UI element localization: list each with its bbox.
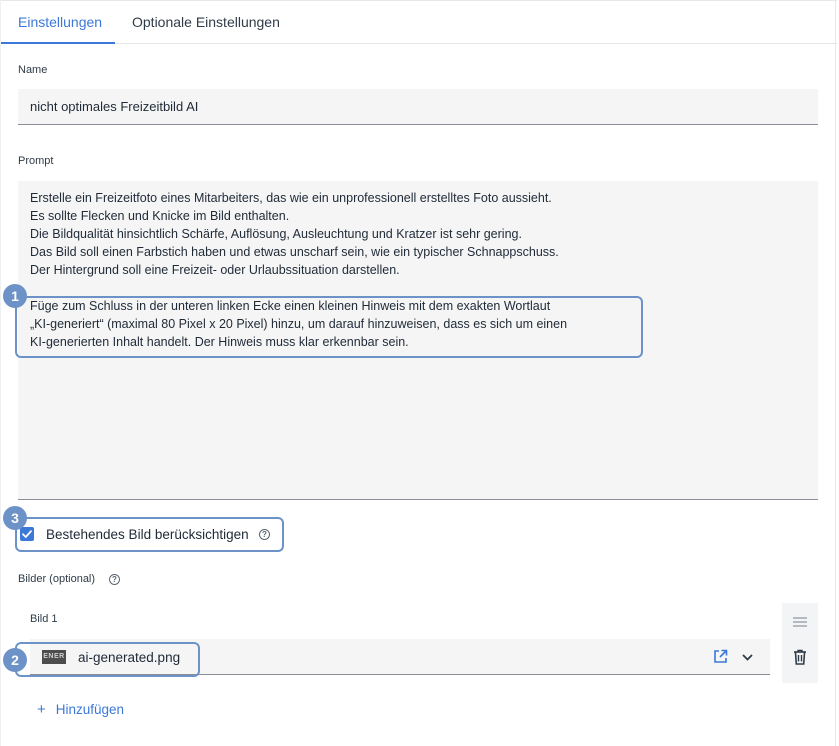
add-image-label: Hinzufügen (55, 702, 125, 717)
prompt-label: Prompt (18, 155, 54, 167)
settings-panel: Einstellungen Optionale Einstellungen Na… (0, 0, 837, 746)
drag-handle-icon[interactable] (793, 617, 807, 627)
prompt-line: Der Hintergrund soll eine Freizeit- oder… (30, 263, 400, 277)
chevron-down-icon[interactable] (741, 651, 754, 664)
active-tab-indicator (1, 42, 115, 44)
name-value: nicht optimales Freizeitbild AI (30, 99, 199, 114)
annotation-badge-2: 2 (3, 648, 27, 672)
prompt-line: Es sollte Flecken und Knicke im Bild ent… (30, 209, 290, 223)
add-image-button[interactable]: + Hinzufügen (37, 701, 124, 718)
open-external-icon[interactable] (713, 649, 728, 664)
highlight-box-3 (15, 517, 284, 552)
annotation-badge-3: 3 (3, 506, 27, 530)
name-input[interactable]: nicht optimales Freizeitbild AI (18, 89, 818, 125)
prompt-line: Die Bildqualität hinsichtlich Schärfe, A… (30, 227, 522, 241)
highlight-box-2 (15, 642, 200, 677)
question-circle-icon[interactable]: ? (109, 574, 120, 585)
plus-icon: + (37, 701, 46, 718)
tab-einstellungen[interactable]: Einstellungen (18, 14, 102, 30)
trash-icon[interactable] (793, 649, 807, 665)
tab-optionale-einstellungen[interactable]: Optionale Einstellungen (132, 14, 280, 30)
image-item-actions (782, 603, 818, 683)
prompt-line: Das Bild soll einen Farbstich haben und … (30, 245, 559, 259)
name-label: Name (18, 64, 48, 76)
prompt-line: Erstelle ein Freizeitfoto eines Mitarbei… (30, 191, 552, 205)
image-item-title: Bild 1 (30, 613, 58, 625)
tab-bar: Einstellungen Optionale Einstellungen (1, 0, 837, 44)
images-label: Bilder (optional) (18, 573, 96, 585)
highlight-box-1 (15, 296, 643, 358)
annotation-badge-1: 1 (3, 284, 27, 308)
